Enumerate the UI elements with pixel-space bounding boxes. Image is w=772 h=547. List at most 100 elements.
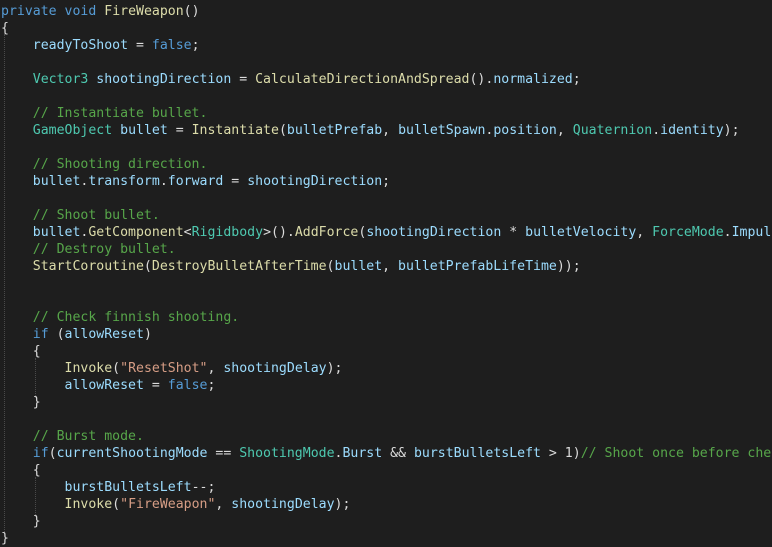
code-token: // Burst mode. bbox=[32, 429, 144, 444]
code-token: identity bbox=[660, 123, 724, 138]
code-line-31[interactable]: } bbox=[1, 513, 41, 530]
code-token: // Shoot bullet. bbox=[32, 208, 160, 223]
code-token: Instantiate bbox=[191, 123, 279, 138]
code-token: > 1) bbox=[540, 446, 581, 461]
code-token: = bbox=[143, 378, 168, 393]
code-token: } bbox=[1, 531, 9, 546]
code-token: bullet bbox=[32, 174, 81, 189]
code-line-21[interactable]: { bbox=[1, 343, 41, 360]
code-token: burstBulletsLeft bbox=[413, 446, 541, 461]
code-token: } bbox=[1, 395, 41, 410]
code-line-28[interactable]: { bbox=[1, 462, 41, 479]
code-token: ( bbox=[48, 327, 65, 342]
code-line-29[interactable]: burstBulletsLeft--; bbox=[1, 479, 216, 496]
code-token: ; bbox=[572, 72, 581, 87]
code-token: { bbox=[1, 21, 9, 36]
code-line-30[interactable]: Invoke("FireWeapon", shootingDelay); bbox=[1, 496, 351, 513]
code-token: ; bbox=[207, 378, 216, 393]
code-line-8[interactable]: GameObject bullet = Instantiate(bulletPr… bbox=[1, 122, 740, 139]
code-line-19[interactable]: // Check finnish shooting. bbox=[1, 309, 239, 326]
code-token: = bbox=[231, 72, 256, 87]
code-line-20[interactable]: if (allowReset) bbox=[1, 326, 152, 343]
code-token: normalized bbox=[493, 72, 573, 87]
code-line-10[interactable]: // Shooting direction. bbox=[1, 156, 208, 173]
code-token: ); bbox=[723, 123, 740, 138]
code-line-22[interactable]: Invoke("ResetShot", shootingDelay); bbox=[1, 360, 343, 377]
code-token: . bbox=[159, 174, 168, 189]
code-token: * bbox=[501, 225, 526, 240]
code-editor[interactable]: private void FireWeapon(){ readyToShoot … bbox=[0, 0, 772, 547]
code-line-11[interactable]: bullet.transform.forward = shootingDirec… bbox=[1, 173, 390, 190]
code-token: , bbox=[636, 225, 653, 240]
code-line-24[interactable]: } bbox=[1, 394, 41, 411]
code-token: allowReset bbox=[64, 378, 144, 393]
code-token: currentShootingMode bbox=[56, 446, 208, 461]
code-token: bulletSpawn bbox=[398, 123, 486, 138]
code-token: bullet bbox=[334, 259, 383, 274]
code-token: , bbox=[215, 497, 232, 512]
code-line-1[interactable]: private void FireWeapon() bbox=[1, 3, 200, 20]
code-token: shootingDelay bbox=[231, 497, 335, 512]
code-token: GetComponent bbox=[88, 225, 184, 240]
code-token: bullet bbox=[120, 123, 168, 138]
code-token: Invoke bbox=[64, 497, 113, 512]
code-line-23[interactable]: allowReset = false; bbox=[1, 377, 216, 394]
code-token: shootingDirection bbox=[366, 225, 502, 240]
code-token: ShootingMode bbox=[239, 446, 335, 461]
code-token: Vector3 bbox=[32, 72, 89, 87]
code-token: ); bbox=[334, 497, 351, 512]
code-token: // Check finnish shooting. bbox=[32, 310, 240, 325]
code-token: } bbox=[1, 514, 41, 529]
code-token: position bbox=[493, 123, 557, 138]
code-token: false bbox=[167, 378, 208, 393]
code-line-3[interactable]: readyToShoot = false; bbox=[1, 37, 200, 54]
code-token: bulletPrefab bbox=[286, 123, 383, 138]
code-line-27[interactable]: if(currentShootingMode == ShootingMode.B… bbox=[1, 445, 772, 462]
code-token: Rigidbody bbox=[191, 225, 264, 240]
code-token: && bbox=[382, 446, 414, 461]
code-token: ); bbox=[326, 361, 343, 376]
code-token: if bbox=[32, 446, 49, 461]
code-token: ; bbox=[191, 38, 200, 53]
code-token: void bbox=[64, 4, 97, 19]
code-token: StartCoroutine bbox=[32, 259, 144, 274]
code-token: forward bbox=[167, 174, 224, 189]
code-token: , bbox=[382, 123, 399, 138]
code-line-32[interactable]: } bbox=[1, 530, 9, 547]
code-token: // Shoot once before check; bbox=[580, 446, 772, 461]
code-token: == bbox=[207, 446, 240, 461]
code-token: // Destroy bullet. bbox=[32, 242, 176, 257]
code-line-26[interactable]: // Burst mode. bbox=[1, 428, 144, 445]
code-line-7[interactable]: // Instantiate bullet. bbox=[1, 105, 208, 122]
code-token: bulletVelocity bbox=[525, 225, 637, 240]
code-line-14[interactable]: bullet. GetComponent<Rigidbody>().AddForc… bbox=[1, 224, 772, 241]
code-line-13[interactable]: // Shoot bullet. bbox=[1, 207, 160, 224]
code-token: GameObject bbox=[32, 123, 113, 138]
code-token: AddForce bbox=[294, 225, 359, 240]
code-token: private bbox=[1, 4, 57, 19]
code-token: shootingDelay bbox=[223, 361, 327, 376]
code-line-15[interactable]: // Destroy bullet. bbox=[1, 241, 176, 258]
code-line-2[interactable]: { bbox=[1, 20, 9, 37]
code-line-16[interactable]: StartCoroutine(DestroyBulletAfterTime(bu… bbox=[1, 258, 581, 275]
code-token: shootingDirection bbox=[247, 174, 383, 189]
code-token: , bbox=[556, 123, 573, 138]
code-token: . bbox=[652, 123, 661, 138]
code-line-5[interactable]: Vector3 shootingDirection = CalculateDir… bbox=[1, 71, 581, 88]
code-token: ( bbox=[112, 497, 121, 512]
code-token: ; bbox=[382, 174, 391, 189]
code-token: shootingDirection bbox=[96, 72, 232, 87]
code-token: readyToShoot bbox=[32, 38, 129, 53]
